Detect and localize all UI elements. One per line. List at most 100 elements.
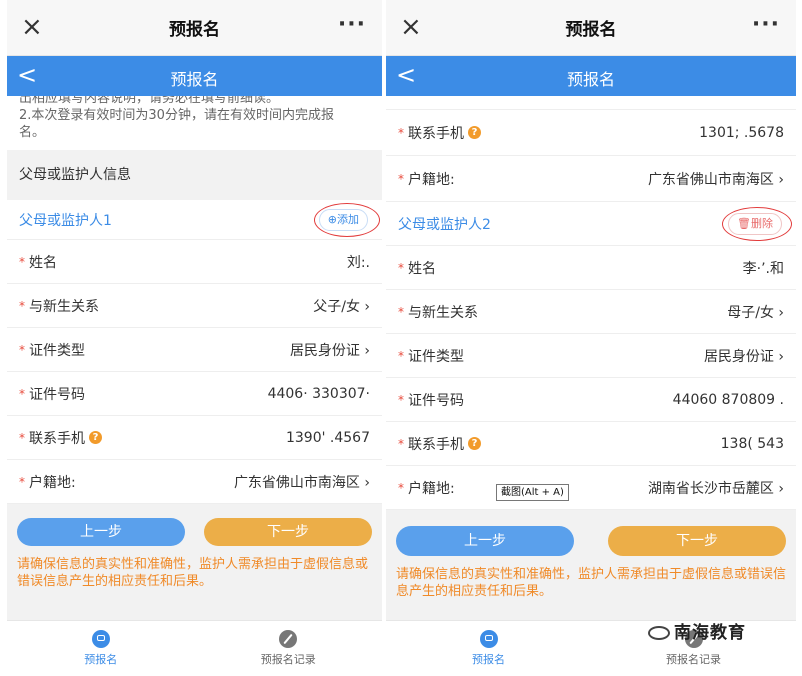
form-row[interactable]: * 与新生关系 母子/女 › xyxy=(386,290,796,334)
required-marker: * xyxy=(19,386,25,401)
field-label: 姓名 xyxy=(29,254,57,271)
preregister-icon xyxy=(91,630,110,648)
app-title: 预报名 xyxy=(566,70,615,89)
notice-line: 名。 xyxy=(19,125,46,140)
field-label: 证件类型 xyxy=(408,348,464,365)
tab-label: 预报名 xyxy=(472,653,505,666)
tab-records[interactable]: 预报名记录 xyxy=(195,621,383,676)
next-button[interactable]: 下一步 xyxy=(608,526,786,556)
form-row[interactable]: * 证件类型 居民身份证 › xyxy=(7,328,382,372)
field-value[interactable]: 广东省佛山市南海区 › xyxy=(234,472,370,492)
required-marker: * xyxy=(19,342,25,357)
wechat-icon xyxy=(648,626,670,640)
watermark: 南海教育 xyxy=(648,618,746,643)
bottom-tabbar: 预报名 预报名记录 xyxy=(7,620,382,676)
nav-buttons: 上一步 下一步 xyxy=(386,526,796,556)
notice-text: 出相应填写内容说明，请务必在填写前细读。 2.本次登录有效时间为30分钟，请在有… xyxy=(7,96,382,150)
field-value[interactable]: 1390' .4567 xyxy=(286,430,370,446)
form-row[interactable]: * 姓名 李·’.和 xyxy=(386,246,796,290)
required-marker: * xyxy=(398,480,404,495)
required-marker: * xyxy=(19,474,25,489)
section-title: 父母或监护人信息 xyxy=(7,150,382,200)
field-label: 姓名 xyxy=(408,260,436,277)
field-label: 户籍地: xyxy=(408,171,455,188)
field-value[interactable]: 居民身份证 › xyxy=(290,340,370,360)
field-label: 户籍地: xyxy=(408,480,455,497)
form-row[interactable]: * 证件号码 44060 870809 . xyxy=(386,378,796,422)
prev-button[interactable]: 上一步 xyxy=(17,518,185,546)
form-row[interactable]: * 证件号码 4406· 330307· xyxy=(7,372,382,416)
field-label: 联系手机 xyxy=(29,430,85,447)
wechat-title-bar: × 预报名 ··· xyxy=(386,0,796,56)
form-row[interactable]: * 姓名 刘:. xyxy=(7,240,382,284)
field-label: 户籍地: xyxy=(29,474,76,491)
notice-line: 2.本次登录有效时间为30分钟，请在有效时间内完成报 xyxy=(19,108,334,123)
guardian-title: 父母或监护人2 xyxy=(398,216,491,233)
more-icon[interactable]: ··· xyxy=(338,12,366,37)
more-icon[interactable]: ··· xyxy=(752,12,780,37)
wechat-title-bar: × 预报名 ··· xyxy=(7,0,382,56)
required-marker: * xyxy=(398,125,404,140)
field-value[interactable]: 母子/女 › xyxy=(727,302,784,322)
prev-button[interactable]: 上一步 xyxy=(396,526,574,556)
notice-line: 出相应填写内容说明，请务必在填写前细读。 xyxy=(19,96,280,106)
field-label: 证件号码 xyxy=(408,392,464,409)
field-value[interactable]: 广东省佛山市南海区 › xyxy=(648,169,784,189)
form-row[interactable]: * 联系手机? 1390' .4567 xyxy=(7,416,382,460)
field-value[interactable]: 1301; .5678 xyxy=(699,125,784,141)
field-value[interactable]: 刘:. xyxy=(347,252,370,272)
form-row[interactable]: * 与新生关系 父子/女 › xyxy=(7,284,382,328)
required-marker: * xyxy=(398,260,404,275)
field-value[interactable]: 父子/女 › xyxy=(313,296,370,316)
form-row[interactable]: * 户籍地: 广东省佛山市南海区 › xyxy=(386,156,796,202)
form-row[interactable]: * 证件类型 居民身份证 › xyxy=(386,334,796,378)
field-value[interactable]: 湖南省长沙市岳麓区 › xyxy=(648,478,784,498)
form-row[interactable]: * 户籍地: 湖南省长沙市岳麓区 › xyxy=(386,466,796,510)
required-marker: * xyxy=(19,298,25,313)
field-value[interactable]: 李·’.和 xyxy=(743,258,784,278)
form-row[interactable]: * 联系手机? 138( 543 xyxy=(386,422,796,466)
required-marker: * xyxy=(19,254,25,269)
tab-label: 预报名记录 xyxy=(666,653,721,666)
field-label: 联系手机 xyxy=(408,436,464,453)
tab-preregister[interactable]: 预报名 xyxy=(386,621,591,676)
required-marker: * xyxy=(398,436,404,451)
highlight-circle xyxy=(314,203,380,237)
app-header: < 预报名 xyxy=(386,56,796,96)
field-label: 证件号码 xyxy=(29,386,85,403)
field-value[interactable]: 居民身份证 › xyxy=(704,346,784,366)
help-icon[interactable]: ? xyxy=(468,437,481,450)
app-title: 预报名 xyxy=(170,70,219,89)
guardian-header: 父母或监护人1 ⊕添加 xyxy=(7,200,382,240)
next-button[interactable]: 下一步 xyxy=(204,518,372,546)
required-marker: * xyxy=(398,348,404,363)
wechat-title: 预报名 xyxy=(169,20,220,40)
nav-buttons: 上一步 下一步 xyxy=(7,518,382,546)
tab-label: 预报名记录 xyxy=(260,653,316,666)
screenshot-tooltip: 截图(Alt + A) xyxy=(496,484,569,501)
right-phone-screen: × 预报名 ··· < 预报名 * 联系手机? 1301; .5678 * 户籍地: 广东… xyxy=(386,0,796,676)
help-icon[interactable]: ? xyxy=(89,431,102,444)
form-row[interactable]: * 户籍地: 广东省佛山市南海区 › xyxy=(7,460,382,504)
help-icon[interactable]: ? xyxy=(468,126,481,139)
guardian-title: 父母或监护人1 xyxy=(19,212,112,229)
pencil-icon xyxy=(279,630,298,648)
warning-text: 请确保信息的真实性和准确性，监护人需承担由于虚假信息或错误信息产生的相应责任和后… xyxy=(17,557,369,589)
wechat-title: 预报名 xyxy=(565,20,617,40)
required-marker: * xyxy=(398,392,404,407)
warning-text: 请确保信息的真实性和准确性，监护人需承担由于虚假信息或错误信息产生的相应责任和后… xyxy=(396,567,787,599)
field-value[interactable]: 4406· 330307· xyxy=(268,386,370,402)
watermark-text: 南海教育 xyxy=(674,623,746,643)
tab-label: 预报名 xyxy=(84,653,118,666)
highlight-circle xyxy=(722,207,792,241)
guardian-header: 父母或监护人2 🗑删除 xyxy=(386,202,796,246)
tab-preregister[interactable]: 预报名 xyxy=(7,621,195,676)
cut-off-row xyxy=(386,96,796,110)
field-value[interactable]: 44060 870809 . xyxy=(673,392,784,408)
field-value[interactable]: 138( 543 xyxy=(721,436,784,452)
form-row[interactable]: * 联系手机? 1301; .5678 xyxy=(386,110,796,156)
field-label: 与新生关系 xyxy=(408,304,478,321)
field-label: 联系手机 xyxy=(408,125,464,142)
required-marker: * xyxy=(398,171,404,186)
required-marker: * xyxy=(398,304,404,319)
